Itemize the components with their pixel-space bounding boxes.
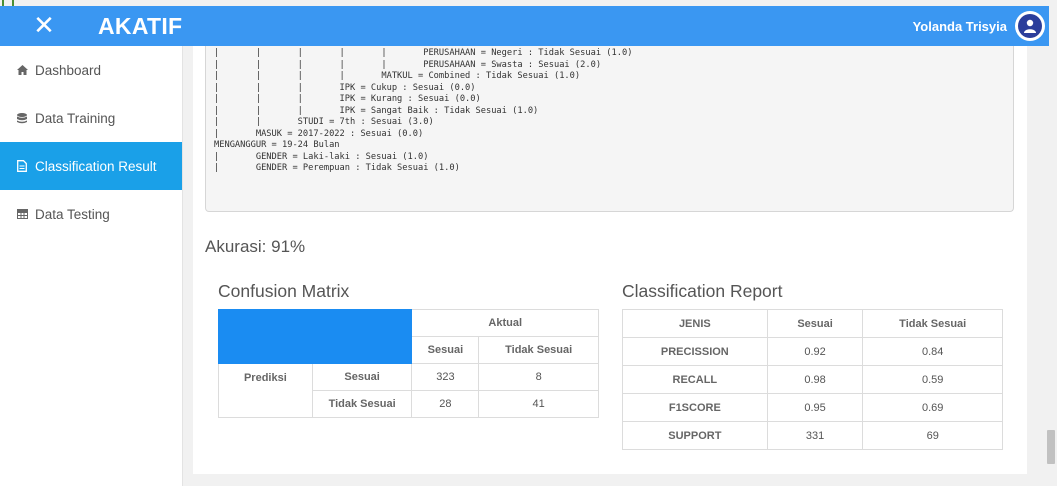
user-menu[interactable]: Yolanda Trisyia [913, 6, 1045, 46]
column-header: Tidak Sesuai [478, 336, 599, 364]
tree-line: | | STUDI = 7th : Sesuai (3.0) [214, 117, 434, 127]
table-cell: 0.98 [766, 365, 864, 394]
avatar[interactable] [1015, 11, 1045, 41]
table-cell: 0.59 [862, 365, 1003, 394]
row-header: SUPPORT [622, 421, 768, 450]
predicted-header: Prediksi [218, 363, 313, 418]
tree-line: | | | IPK = Sangat Baik : Tidak Sesuai (… [214, 105, 539, 116]
table-cell: 331 [766, 421, 864, 450]
matrix-corner-cell [217, 309, 413, 364]
table-row: F1SCORE 0.95 0.69 [622, 393, 1003, 422]
home-icon [16, 64, 28, 76]
top-navbar: ✕ AKATIF Yolanda Trisyia [0, 6, 1049, 46]
tree-line: | | | | | PERUSAHAAN = Negeri : Tidak Se… [214, 48, 633, 58]
decision-tree-output: | | | | | PERUSAHAAN = Negeri : Tidak Se… [205, 46, 1014, 212]
sidebar-item-label: Classification Result [35, 158, 157, 174]
sidebar-item-label: Data Training [35, 110, 116, 126]
tree-line: | GENDER = Laki-laki : Sesuai (1.0) [214, 151, 429, 162]
accuracy-label: Akurasi: 91% [205, 237, 306, 256]
table-cell: 0.69 [862, 393, 1003, 422]
table-icon [16, 208, 28, 220]
table-row: PRECISSION 0.92 0.84 [622, 337, 1003, 366]
sidebar-item-label: Dashboard [35, 62, 102, 78]
table-cell: 69 [862, 421, 1003, 450]
file-icon [16, 160, 28, 172]
sidebar: Dashboard Data Training Classification R… [0, 46, 183, 486]
decision-tree-text: | | | | | PERUSAHAAN = Negeri : Tidak Se… [214, 48, 1013, 175]
close-menu-icon[interactable]: ✕ [24, 6, 64, 46]
table-cell: 0.95 [766, 393, 864, 422]
confusion-matrix-table: Aktual Sesuai Tidak Sesuai Prediksi Sesu… [217, 309, 599, 418]
main-content: | | | | | PERUSAHAAN = Negeri : Tidak Se… [193, 46, 1027, 474]
sidebar-item-data-training[interactable]: Data Training [0, 94, 182, 142]
table-cell: 323 [411, 363, 480, 391]
sidebar-item-dashboard[interactable]: Dashboard [0, 46, 182, 94]
table-cell: 8 [478, 363, 599, 391]
table-cell: 0.84 [862, 337, 1003, 366]
tree-line: | MASUK = 2017-2022 : Sesuai (0.0) [214, 128, 424, 139]
column-header: Sesuai [411, 336, 480, 364]
table-row: RECALL 0.98 0.59 [622, 365, 1003, 394]
row-header: RECALL [622, 365, 768, 394]
column-header: Sesuai [766, 309, 864, 338]
table-cell: 41 [478, 390, 599, 418]
tree-line: | | | | MATKUL = Combined : Tidak Sesuai… [214, 71, 581, 81]
database-icon [16, 112, 28, 124]
sidebar-item-classification-result[interactable]: Classification Result [0, 142, 182, 190]
scrollbar-thumb[interactable] [1047, 430, 1055, 464]
row-header: PRECISSION [622, 337, 768, 366]
classification-report-title: Classification Report [622, 281, 783, 301]
row-header: F1SCORE [622, 393, 768, 422]
actual-header: Aktual [411, 309, 599, 337]
brand-title: AKATIF [98, 12, 183, 39]
tree-line: | | | IPK = Kurang : Sesuai (0.0) [214, 94, 481, 104]
table-row: Prediksi Sesuai 323 8 [218, 363, 599, 418]
user-name: Yolanda Trisyia [912, 18, 1007, 34]
table-cell: 28 [411, 390, 480, 418]
classification-report-table: JENIS Sesuai Tidak Sesuai PRECISSION 0.9… [622, 309, 1003, 450]
table-row: SUPPORT 331 69 [622, 421, 1003, 450]
row-header: Tidak Sesuai [311, 390, 413, 418]
tree-line: | GENDER = Perempuan : Tidak Sesuai (1.0… [214, 163, 460, 173]
column-header: Tidak Sesuai [862, 309, 1003, 338]
sidebar-item-label: Data Testing [35, 206, 110, 222]
column-header: JENIS [622, 309, 768, 338]
confusion-matrix-title: Confusion Matrix [218, 281, 350, 301]
tree-line: | | | | | PERUSAHAAN = Swasta : Sesuai (… [214, 59, 602, 70]
row-header: Sesuai [311, 363, 413, 391]
sidebar-item-data-testing[interactable]: Data Testing [0, 190, 182, 238]
tree-line: MENGANGGUR = 19-24 Bulan [214, 140, 340, 150]
tree-line: | | | IPK = Cukup : Sesuai (0.0) [214, 82, 476, 93]
user-avatar-icon [1018, 14, 1042, 38]
table-cell: 0.92 [766, 337, 864, 366]
